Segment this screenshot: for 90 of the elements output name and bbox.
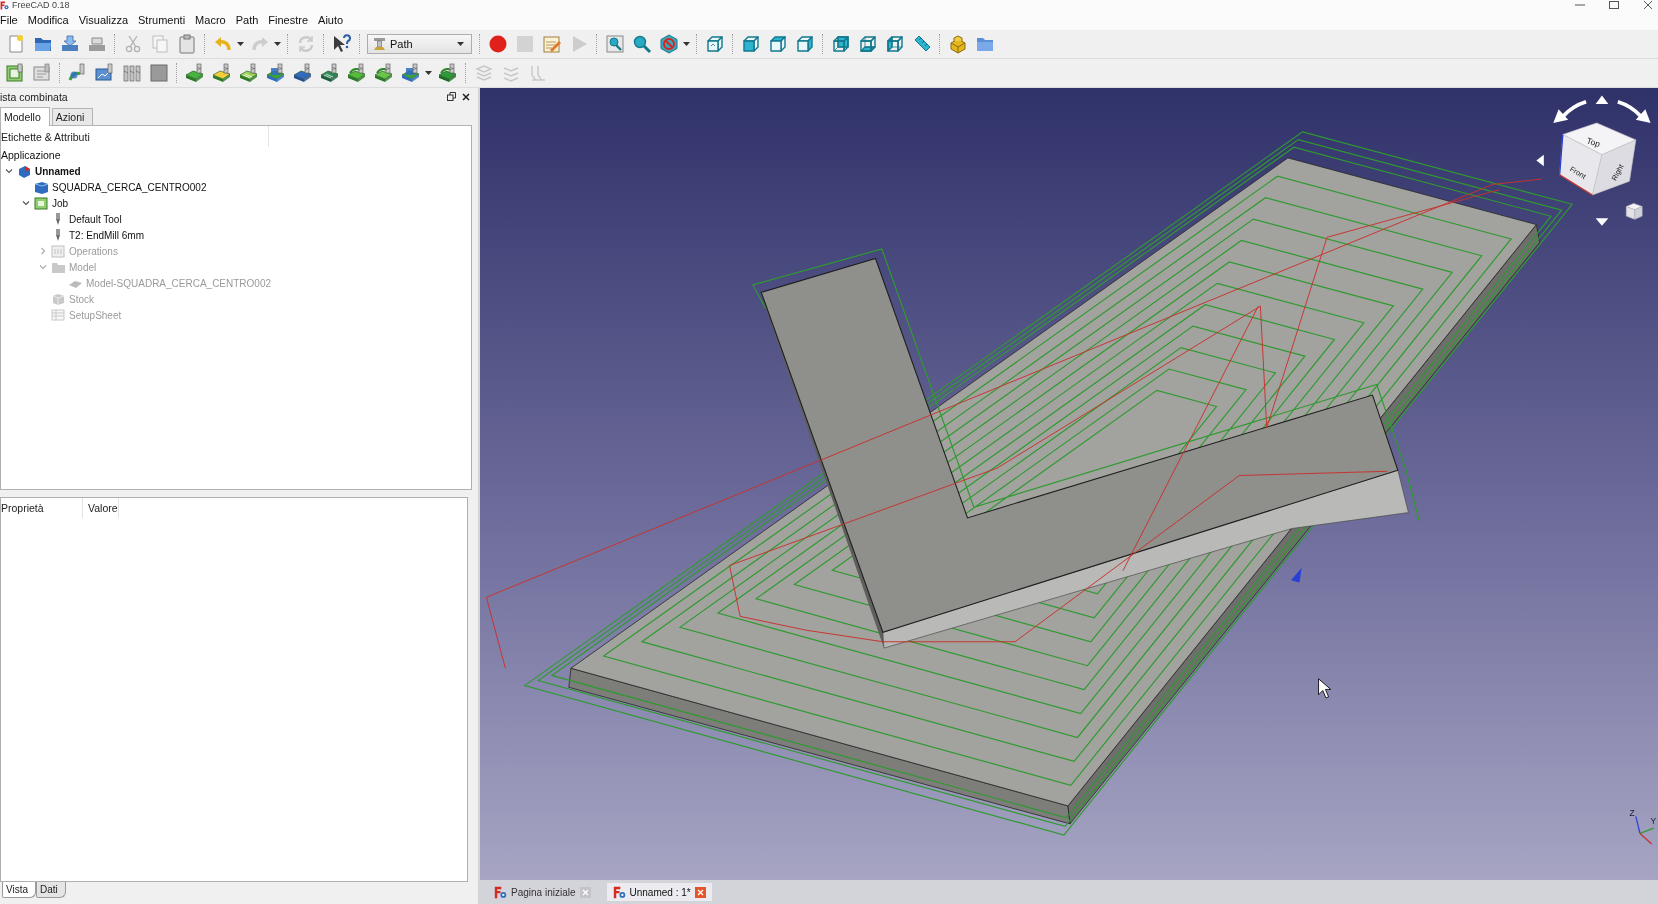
menu-item[interactable]: Macro	[195, 14, 226, 26]
zoom-fit-icon[interactable]	[604, 34, 625, 54]
arc-slab-endmill-icon[interactable]	[437, 63, 458, 83]
tool-marker-icon	[1291, 567, 1302, 583]
arc-endmill-icon[interactable]	[67, 63, 88, 83]
up-arrow-icon[interactable]	[1595, 95, 1609, 104]
box-flag-icon	[17, 164, 31, 178]
cube-bottom-face-icon[interactable]	[857, 34, 878, 54]
caret-down-icon[interactable]	[237, 42, 244, 46]
left-arrow-icon[interactable]	[1536, 154, 1544, 167]
bars-tile-icon	[51, 244, 65, 258]
cube-left-face-icon[interactable]	[884, 34, 905, 54]
rotate-right-arrow-icon[interactable]	[1617, 100, 1651, 123]
maximize-icon[interactable]	[1609, 1, 1619, 9]
menu-item[interactable]: Visualizza	[78, 14, 129, 26]
frame-icon	[34, 196, 48, 210]
column-header: Valore	[83, 498, 119, 518]
column-header: Etichette & Attributi	[1, 126, 269, 147]
tree-item[interactable]: SQUADRA_CERCA_CENTRO002	[52, 181, 207, 193]
slab-endmill-icon[interactable]	[211, 63, 232, 83]
blank-tile-icon[interactable]	[148, 63, 169, 83]
float-window-icon[interactable]	[447, 92, 456, 101]
save-tray-icon[interactable]	[59, 34, 80, 54]
menu-item[interactable]: Path	[235, 14, 259, 26]
window-title: FreeCAD 0.18	[12, 0, 70, 10]
arc-slab-endmill-icon[interactable]	[373, 63, 394, 83]
magnifier-icon[interactable]	[631, 34, 652, 54]
minimize-icon[interactable]	[1575, 1, 1585, 9]
cube-front-face-icon[interactable]	[740, 34, 761, 54]
caret-down-icon[interactable]	[425, 71, 432, 75]
workbench-dropdown[interactable]: Path	[367, 34, 472, 54]
pointer-question-icon[interactable]	[331, 34, 352, 54]
slab-endmill-icon[interactable]	[292, 63, 313, 83]
folder-icon	[51, 260, 65, 274]
tab[interactable]: Vista	[2, 882, 37, 898]
tree-item[interactable]: Job	[52, 197, 69, 209]
logo-icon	[612, 885, 626, 899]
mouse-cursor-icon	[1318, 678, 1332, 699]
slab-square-endmill-icon[interactable]	[400, 63, 421, 83]
tree-item[interactable]: Unnamed	[35, 165, 81, 177]
frame-endmill-icon[interactable]	[4, 63, 25, 83]
down-arrow-icon[interactable]	[1595, 218, 1609, 226]
close-icon[interactable]	[462, 92, 470, 101]
cube-top-face-icon[interactable]	[767, 34, 788, 54]
close-icon[interactable]	[1643, 1, 1653, 9]
small-cube-icon[interactable]	[1625, 203, 1643, 220]
clipboard-icon[interactable]	[176, 34, 197, 54]
menu-item[interactable]: Strumenti	[138, 14, 186, 26]
tree-item[interactable]: Default Tool	[69, 213, 122, 225]
axis-label: Z	[1629, 808, 1635, 819]
menu-item[interactable]: File	[0, 14, 18, 26]
table-icon	[51, 308, 65, 322]
chevron-down-icon[interactable]	[5, 167, 13, 175]
striped-slab-endmill-icon[interactable]	[319, 63, 340, 83]
save-as-tray-icon[interactable]	[86, 34, 107, 54]
caret-down-icon[interactable]	[683, 42, 690, 46]
logo-icon	[494, 885, 507, 899]
slab-endmill-icon[interactable]	[184, 63, 205, 83]
axis-cross-icon	[1635, 815, 1655, 845]
notepad-pencil-icon[interactable]	[541, 34, 562, 54]
wireframe-cube-icon[interactable]	[704, 34, 725, 54]
caret-down-icon[interactable]	[457, 42, 464, 46]
cube-right-face-icon[interactable]	[794, 34, 815, 54]
chart-screen-icon[interactable]	[94, 63, 115, 83]
axis-label: Y	[1650, 815, 1657, 826]
endmills-icon[interactable]	[121, 63, 142, 83]
chevron-down-icon[interactable]	[22, 199, 30, 207]
endmill-icon	[373, 37, 386, 51]
cube-rear-face-icon[interactable]	[830, 34, 851, 54]
caret-down-icon[interactable]	[274, 42, 281, 46]
tab[interactable]: Azioni	[51, 108, 94, 125]
prohibited-hexagon-icon[interactable]	[658, 34, 679, 54]
cube-icon	[51, 292, 65, 306]
solid-box-icon	[34, 180, 48, 194]
tree-item[interactable]: T2: EndMill 6mm	[69, 229, 144, 241]
tab[interactable]: Modello	[0, 107, 50, 126]
tree-root-label: Applicazione	[1, 149, 61, 161]
record-circle-icon[interactable]	[487, 34, 508, 54]
striped-slab-endmill-icon[interactable]	[238, 63, 259, 83]
slab-square-endmill-icon[interactable]	[265, 63, 286, 83]
menu-item[interactable]: Modifica	[27, 14, 69, 26]
document-tab[interactable]: Unnamed : 1*	[606, 883, 712, 901]
menu-item[interactable]: Aiuto	[318, 14, 344, 26]
column-header: Proprietà	[1, 498, 83, 518]
panel-title: ista combinata	[0, 90, 69, 103]
stacked-blocks-icon[interactable]	[947, 34, 968, 54]
tab[interactable]: Dati	[36, 882, 66, 898]
menu-item[interactable]: Finestre	[268, 14, 309, 26]
rotate-left-arrow-icon[interactable]	[1553, 100, 1587, 123]
arc-slab-endmill-icon[interactable]	[346, 63, 367, 83]
